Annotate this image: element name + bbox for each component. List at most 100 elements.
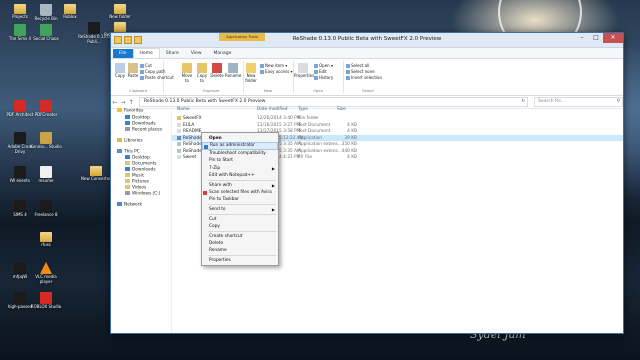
nav-item[interactable]: Videos [125,185,146,191]
desktop-shortcut[interactable]: Konmo... Studio [30,132,62,150]
cut-button[interactable]: Cut [140,63,152,68]
context-menu-item[interactable]: Pin to Taskbar [202,196,278,204]
tab-file[interactable]: File [113,49,133,58]
organize-group: Move to Copy to Delete Rename Organize [179,61,244,93]
title-bar[interactable]: Application Tools ReShade 0.13.0 Public … [111,33,623,48]
libraries-icon [117,138,122,142]
menu-separator [208,214,276,215]
maximize-icon[interactable]: □ [589,33,603,43]
nav-item[interactable]: Downloads [125,121,156,127]
desktop-shortcut[interactable]: PDFCreator [30,100,62,118]
context-menu-item[interactable]: Pin to Start [202,157,278,165]
context-menu-item[interactable]: Properties [202,257,278,265]
context-menu-label: Run as administrator [210,143,255,148]
edit-button[interactable]: Edit [314,69,327,74]
menu-separator [208,255,276,256]
paste-button[interactable]: Paste [127,63,139,79]
desktop-shortcut[interactable]: New Converter [80,166,112,182]
minimize-icon[interactable]: – [575,33,589,43]
history-button[interactable]: History [314,75,333,80]
tab-share[interactable]: Share [160,49,185,58]
clipboard-group: Copy Paste Cut Copy path Paste shortcut … [113,61,174,93]
copy-button[interactable]: Copy [114,63,126,79]
select-none-button[interactable]: Select none [346,69,375,74]
app-icon [14,166,26,178]
context-menu-item[interactable]: Run as administrator [202,142,278,150]
nav-item-label: Downloads [132,167,156,173]
desktop-shortcut[interactable]: Freelance 8 [30,200,62,218]
refresh-icon[interactable]: ↻ [521,98,525,106]
context-menu-label: Cut [209,217,217,222]
copy-path-button[interactable]: Copy path [140,69,166,74]
nav-item-label: This PC [124,149,140,155]
nav-item[interactable]: This PC [117,149,140,155]
nav-item[interactable]: Downloads [125,167,156,173]
nav-item[interactable]: Windows (C:) [125,191,160,197]
menu-separator [208,180,276,181]
nav-item[interactable]: Desktop [125,155,150,161]
app-file-icon [177,135,181,140]
column-header-date[interactable]: Date modified [257,107,287,112]
app-icon [40,24,52,36]
context-menu-label: Pin to Start [209,158,233,163]
move-to-button[interactable]: Move to [180,63,194,83]
select-all-icon [346,64,350,68]
text-file-icon [177,129,181,133]
nav-item[interactable]: Desktop [125,115,150,121]
easy-access-button[interactable]: Easy access ▾ [260,69,292,74]
nav-item[interactable]: Favorites [117,108,143,114]
invert-selection-button[interactable]: Invert selection [346,75,382,80]
column-header-size[interactable]: Size [337,107,346,112]
desktop-shortcut[interactable]: Social Chaos [30,24,62,42]
explorer-window[interactable]: Application Tools ReShade 0.13.0 Public … [110,32,624,334]
desktop-shortcut[interactable]: ROBLOX Studio [30,292,62,310]
menu-separator [208,204,276,205]
desktop-shortcut-label: resume [38,178,54,183]
context-menu-label: Properties [209,258,231,263]
search-icon[interactable]: ⚲ [617,98,620,106]
new-item-button[interactable]: New item ▾ [260,63,287,68]
open-button[interactable]: Open ▾ [314,63,333,68]
context-menu-item[interactable]: Copy [202,223,278,231]
recent-icon [125,127,130,131]
nav-item[interactable]: Network [117,202,142,208]
properties-button[interactable]: Properties [294,63,314,79]
tab-home[interactable]: Home [132,48,160,58]
back-arrow-icon[interactable]: ← [111,99,119,106]
desktop-shortcut[interactable]: VLC media player [30,262,62,284]
nav-item[interactable]: Documents [125,161,157,167]
context-menu-item[interactable]: Send to ▶ [202,206,278,214]
desktop-shortcut[interactable]: resume [30,166,62,184]
documents-icon [125,161,130,165]
tab-manage[interactable]: Manage [208,49,238,58]
properties-icon [298,63,308,73]
forward-arrow-icon[interactable]: → [119,99,127,106]
address-path: ReShade 0.13.0 Public Beta with SweetFX … [143,99,266,104]
file-size: 440 KB [341,148,357,154]
folder-icon [90,166,102,176]
new-group: New folder New item ▾ Easy access ▾ New [243,61,294,93]
context-menu-item[interactable]: Rename [202,247,278,255]
desktop-shortcut[interactable]: Roblox [54,4,86,20]
desktop-shortcut[interactable]: rfuss [30,232,62,248]
close-icon[interactable]: ✕ [603,33,623,43]
column-header-type[interactable]: Type [298,107,308,112]
nav-item-label: Music [132,173,145,179]
column-header-name[interactable]: Name [177,107,190,112]
context-menu-item[interactable]: Edit with Notepad++ [202,172,278,180]
nav-item[interactable]: Libraries [117,138,143,144]
delete-button[interactable]: Delete [210,63,224,79]
nav-item[interactable]: Music [125,173,144,179]
tab-view[interactable]: View [185,49,208,58]
up-arrow-icon[interactable]: ↑ [127,99,135,106]
rename-button[interactable]: Rename [225,63,241,79]
paste-shortcut-button[interactable]: Paste shortcut [140,75,174,80]
desktop-shortcut[interactable]: New folder [104,4,136,20]
file-type: Application [298,135,323,141]
select-all-button[interactable]: Select all [346,63,369,68]
open-group-label: Open [312,88,324,93]
copy-to-button[interactable]: Copy to [195,63,209,83]
nav-item[interactable]: Pictures [125,179,149,185]
new-folder-button[interactable]: New folder [244,63,258,83]
nav-item[interactable]: Recent places [125,127,162,133]
